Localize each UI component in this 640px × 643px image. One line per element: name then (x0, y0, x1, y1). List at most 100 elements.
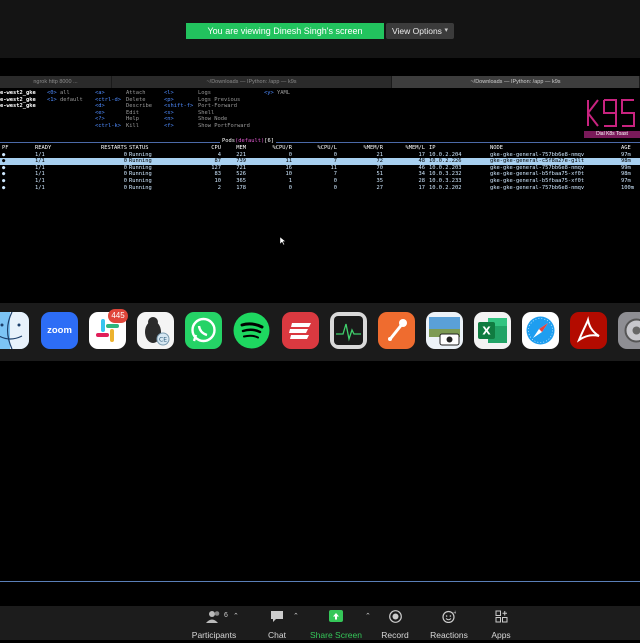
spotify-icon[interactable] (233, 312, 270, 349)
cell-pf: ● (2, 178, 5, 185)
terminal-tab-k9s-1[interactable]: ~/Downloads — IPython: /app — k9s (112, 76, 392, 88)
cell-pf: ● (2, 171, 5, 178)
cell-age: 97m (621, 178, 631, 185)
cell-mem: 178 (236, 185, 246, 192)
cell-mem: 526 (236, 171, 246, 178)
cell-mem: 365 (236, 178, 246, 185)
cell-node: gke-gke-general-757bb6e8-nmqv (490, 185, 584, 192)
cell-age: AGE (621, 145, 631, 152)
cell-cpur: 11 (286, 158, 293, 165)
shortcut-col3: <y> YAML (264, 90, 290, 97)
cell-ip: 10.0.3.233 (429, 178, 461, 185)
record-button[interactable]: Record (378, 610, 412, 643)
mouse-cursor-icon (280, 237, 286, 245)
cell-cpu: 10 (215, 178, 222, 185)
cell-status: Running (129, 171, 152, 178)
chevron-down-icon: ▾ (444, 23, 448, 39)
cell-status: Running (129, 165, 152, 172)
cell-ip: 10.0.2.203 (429, 165, 461, 172)
view-options-button[interactable]: View Options ▾ (386, 23, 454, 39)
cell-cpur: 16 (286, 165, 293, 172)
cell-meml: 17 (419, 185, 426, 192)
share-screen-button[interactable]: Share Screen (308, 610, 364, 643)
cyberduck-icon[interactable]: CE (137, 312, 174, 349)
table-row[interactable]: ●1/10Running87739117724810.0.2.226gke-gk… (0, 158, 640, 165)
cell-ready: 1/1 (35, 158, 45, 165)
safari-icon[interactable] (522, 312, 559, 349)
cell-restarts: 0 (124, 152, 127, 159)
k9s-logo-tagline: Dial K8s Toast (584, 131, 640, 138)
activity-monitor-icon[interactable] (330, 312, 367, 349)
participants-chevron-icon[interactable]: ⌃ (233, 612, 239, 620)
table-row[interactable]: ●1/10Running217800271710.0.2.202gke-gke-… (0, 185, 640, 192)
apps-button[interactable]: Apps (486, 610, 516, 643)
table-row[interactable]: ●1/10Running83526107513410.0.3.232gke-gk… (0, 171, 640, 178)
pods-table: PFREADYRESTARTSSTATUSCPUMEM%CPU/R%CPU/L%… (0, 145, 640, 195)
cell-mem: 739 (236, 158, 246, 165)
cell-node: gke-gke-general-b5fbaa75-xf0t (490, 178, 584, 185)
excel-icon[interactable]: X (474, 312, 511, 349)
terminal-tab-bar: ngrok http 8000 ... ~/Downloads — IPytho… (0, 76, 640, 88)
cell-age: 98m (621, 171, 631, 178)
share-screen-label: Share Screen (310, 630, 362, 640)
tab-label: ~/Downloads — IPython: /app — k9s (206, 79, 296, 85)
postman-icon[interactable] (378, 312, 415, 349)
cell-cpur: 0 (289, 152, 292, 159)
table-row[interactable]: ●1/10Running1277211611704610.0.2.203gke-… (0, 165, 640, 172)
participants-count: 6 (224, 612, 228, 619)
apps-label: Apps (491, 630, 510, 640)
cell-cpu: 83 (215, 171, 222, 178)
cell-memr: %MEM/R (364, 145, 383, 152)
cell-meml: %MEM/L (406, 145, 425, 152)
chat-label: Chat (268, 630, 286, 640)
cell-pf: ● (2, 152, 5, 159)
share-chevron-icon[interactable]: ⌃ (365, 612, 371, 620)
cell-cpu: 87 (215, 158, 222, 165)
cell-cpu: 4 (218, 152, 221, 159)
cell-memr: 27 (377, 185, 384, 192)
cell-ip: IP (429, 145, 436, 152)
expressvpn-icon[interactable] (282, 312, 319, 349)
cell-age: 99m (621, 165, 631, 172)
zoom-icon-label: zoom (47, 325, 72, 336)
cell-cpu: 127 (211, 165, 221, 172)
cell-memr: 51 (377, 171, 384, 178)
cell-cpul: 0 (334, 178, 337, 185)
chat-chevron-icon[interactable]: ⌃ (293, 612, 299, 620)
preview-icon[interactable] (426, 312, 463, 349)
cell-memr: 72 (377, 158, 384, 165)
whatsapp-icon[interactable] (185, 312, 222, 349)
cell-ready: 1/1 (35, 178, 45, 185)
participants-label: Participants (192, 630, 236, 640)
settings-icon[interactable] (618, 312, 640, 349)
cell-age: 98m (621, 158, 631, 165)
cell-cpul: 0 (334, 152, 337, 159)
cell-restarts: 0 (124, 171, 127, 178)
reactions-button[interactable]: + Reactions (428, 610, 470, 643)
cell-restarts: 0 (124, 185, 127, 192)
svg-text:X: X (482, 325, 491, 338)
cell-mem: 721 (236, 165, 246, 172)
cell-cpul: 0 (334, 185, 337, 192)
terminal-tab-k9s-2[interactable]: ~/Downloads — IPython: /app — k9s (392, 76, 640, 88)
cell-mem: 221 (236, 152, 246, 159)
chat-button[interactable]: Chat (262, 610, 292, 643)
shortcut-keys-col2: <l> <p> <shift-f> <s> <n> <f> (164, 90, 193, 129)
cell-mem: MEM (236, 145, 246, 152)
chat-icon (270, 610, 284, 623)
table-row[interactable]: ●1/10Running422100211710.0.2.204gke-gke-… (0, 152, 640, 159)
cell-meml: 17 (419, 152, 426, 159)
tab-label: ~/Downloads — IPython: /app — k9s (470, 79, 560, 85)
pods-panel-title: Pods(default)[6] (220, 138, 276, 145)
cell-ready: READY (35, 145, 51, 152)
terminal-tab-ngrok[interactable]: ngrok http 8000 ... (0, 76, 112, 88)
zoom-icon[interactable]: zoom (41, 312, 78, 349)
cell-meml: 48 (419, 158, 426, 165)
acrobat-icon[interactable] (570, 312, 607, 349)
cell-restarts: 0 (124, 165, 127, 172)
table-row[interactable]: ●1/10Running1036510352810.0.3.233gke-gke… (0, 178, 640, 185)
finder-icon[interactable] (0, 312, 29, 349)
apps-icon (495, 610, 508, 623)
cell-ready: 1/1 (35, 152, 45, 159)
cell-cpu: 2 (218, 185, 221, 192)
